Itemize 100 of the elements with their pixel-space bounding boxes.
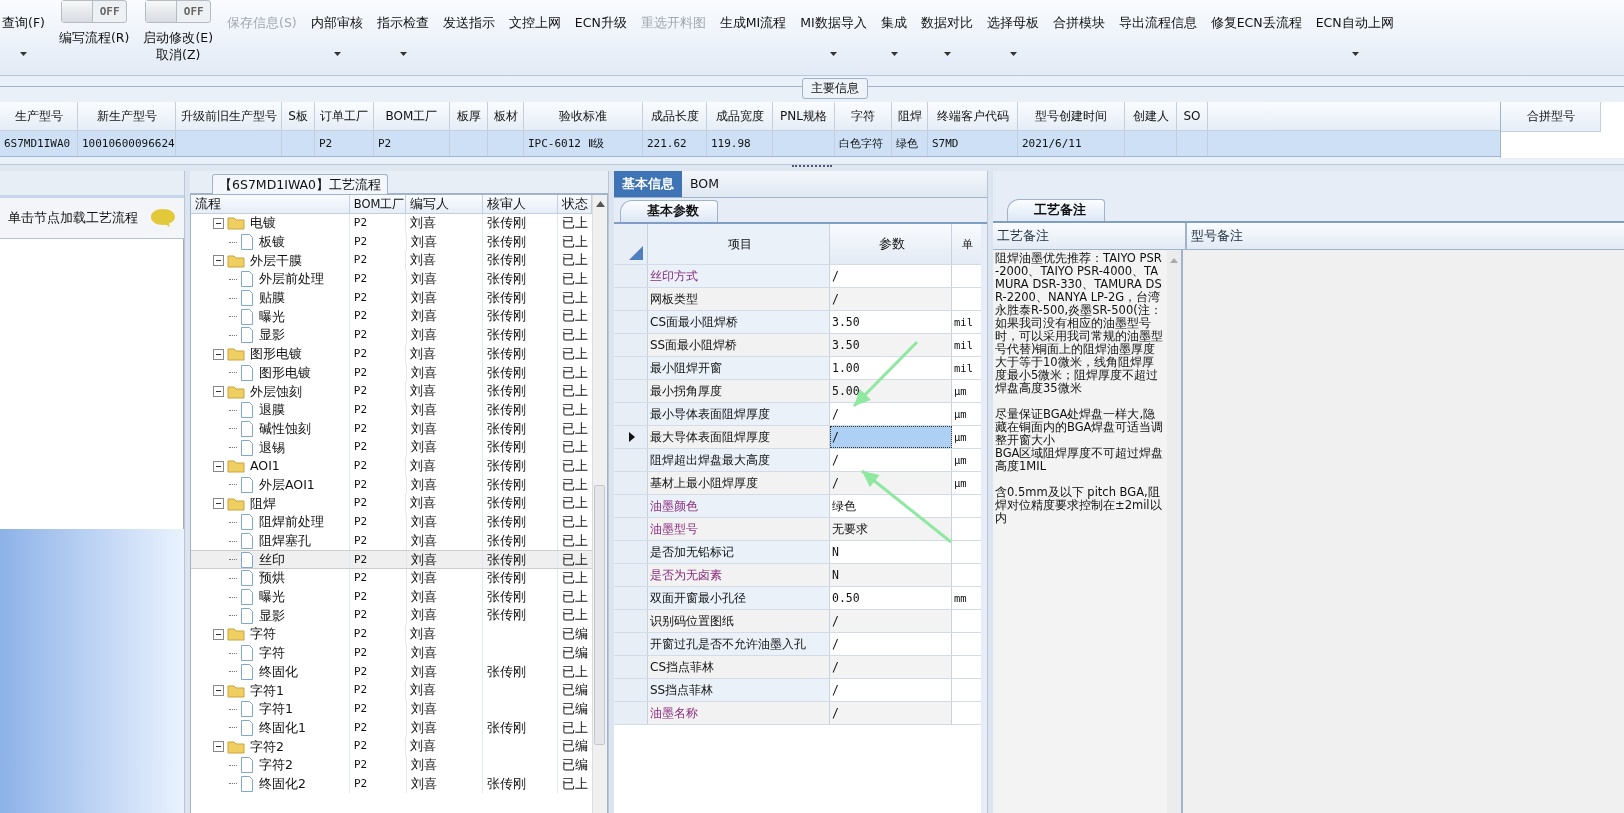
tree-row[interactable]: 丝印 P2 刘喜 张传刚 已上 xyxy=(191,550,592,570)
tree-row[interactable]: 显影 P2 刘喜 张传刚 已上 xyxy=(191,326,592,345)
caret-icon[interactable] xyxy=(399,52,407,56)
tree-row[interactable]: AOI1 P2 刘喜 张传刚 已上 xyxy=(191,456,592,476)
value-field[interactable]: / xyxy=(830,472,952,494)
column-header[interactable]: 阻焊 xyxy=(892,102,928,131)
tree-node-label[interactable]: 阻焊塞孔 xyxy=(257,532,311,551)
scrollbar[interactable] xyxy=(592,195,607,813)
tree-node-label[interactable]: 字符1 xyxy=(248,681,284,700)
toolbar-button[interactable]: MI数据导入 xyxy=(800,14,867,31)
toolbar-button[interactable]: 合拼模块 xyxy=(1052,14,1105,31)
tab[interactable]: 工艺备注 xyxy=(1007,199,1105,221)
tree-row[interactable]: 曝光 P2 刘喜 张传刚 已上 xyxy=(191,307,592,327)
column-header[interactable]: 成品宽度 xyxy=(707,102,773,131)
tab[interactable]: 基本信息 xyxy=(614,171,682,197)
tree-node-label[interactable]: 终固化 xyxy=(257,662,298,681)
tree-node-label[interactable]: 电镀 xyxy=(248,214,276,233)
tree-node-label[interactable]: 字符1 xyxy=(257,700,293,719)
caret-icon[interactable] xyxy=(1351,52,1359,56)
column-header[interactable]: 验收标准 xyxy=(524,102,643,131)
value-field[interactable]: 0.50 xyxy=(830,587,952,609)
tree-row[interactable]: 阻焊前处理 P2 刘喜 张传刚 已上 xyxy=(191,513,592,532)
tree-node-label[interactable]: 退锡 xyxy=(257,438,285,457)
tree-node-label[interactable]: 阻焊前处理 xyxy=(257,513,324,532)
value-field[interactable]: / xyxy=(830,656,952,678)
tree-node-label[interactable]: 退膜 xyxy=(257,401,285,420)
column-header[interactable]: SO xyxy=(1177,102,1208,131)
tree-node-label[interactable]: 字符2 xyxy=(257,756,293,775)
collapse-icon[interactable] xyxy=(213,741,224,753)
toolbar-button[interactable]: 发送指示 xyxy=(442,14,495,31)
tree-node-label[interactable]: 终固化1 xyxy=(257,718,306,737)
tree-node-label[interactable]: AOI1 xyxy=(248,457,280,476)
value-field[interactable]: / xyxy=(830,426,952,448)
collapse-icon[interactable] xyxy=(213,685,224,697)
column-header[interactable]: 核审人 xyxy=(482,195,559,213)
tree-node-label[interactable]: 图形电镀 xyxy=(248,345,302,364)
toggle-switch[interactable]: OFF xyxy=(145,0,212,23)
scrollbar[interactable] xyxy=(1167,250,1181,813)
value-field[interactable]: 无要求 xyxy=(830,518,952,540)
tree-row[interactable]: 电镀 P2 刘喜 张传刚 已上 xyxy=(191,214,592,233)
tree-row[interactable]: 字符2 P2 刘喜 已编 xyxy=(191,737,592,756)
column-header[interactable]: 板厚 xyxy=(450,102,488,131)
column-header[interactable]: 参数 xyxy=(830,224,952,264)
toolbar-button[interactable]: 取消(Z) xyxy=(156,46,201,63)
column-header[interactable]: PNL规格 xyxy=(773,102,835,131)
tree-node-label[interactable]: 贴膜 xyxy=(257,289,285,308)
value-field[interactable]: / xyxy=(830,633,952,655)
column-header[interactable]: BOM工厂 xyxy=(374,102,450,131)
tree-row[interactable]: 碱性蚀刻 P2 刘喜 张传刚 已上 xyxy=(191,419,592,439)
collapse-icon[interactable] xyxy=(213,217,224,229)
tree-node-label[interactable]: 字符 xyxy=(257,644,285,663)
collapse-icon[interactable] xyxy=(213,460,224,472)
toolbar-button[interactable]: 指示检查 xyxy=(376,14,429,31)
tree-node-label[interactable]: 曝光 xyxy=(257,588,285,607)
toolbar-button[interactable]: 集成 xyxy=(880,14,907,31)
toggle-switch[interactable]: OFF xyxy=(61,0,128,23)
tree-row[interactable]: 外层AOI1 P2 刘喜 张传刚 已上 xyxy=(191,475,592,495)
caret-icon[interactable] xyxy=(20,52,28,56)
tree-row[interactable]: 显影 P2 刘喜 张传刚 已上 xyxy=(191,606,592,626)
tree-row[interactable]: 字符1 P2 刘喜 已编 xyxy=(191,681,592,700)
tab[interactable]: BOM xyxy=(682,171,727,197)
tree-node-label[interactable]: 外层前处理 xyxy=(257,270,324,289)
collapse-icon[interactable] xyxy=(213,386,224,398)
value-field[interactable]: 3.50 xyxy=(830,311,952,333)
toolbar-button[interactable]: 内部审核 xyxy=(310,14,363,31)
column-header[interactable]: S板 xyxy=(282,102,315,131)
tree-row[interactable]: 字符2 P2 刘喜 已编 xyxy=(191,755,592,775)
tree-node-label[interactable]: 显影 xyxy=(257,326,285,345)
tree-node-label[interactable]: 预烘 xyxy=(257,569,285,588)
toolbar-button[interactable]: 文控上网 xyxy=(508,14,561,31)
tree-node-label[interactable]: 字符2 xyxy=(248,737,284,756)
value-field[interactable]: / xyxy=(830,679,952,701)
toolbar-button[interactable]: 导出流程信息 xyxy=(1118,14,1197,31)
tree-row[interactable]: 图形电镀 P2 刘喜 张传刚 已上 xyxy=(191,363,592,383)
caret-icon[interactable] xyxy=(943,52,951,56)
tree-node-label[interactable]: 外层AOI1 xyxy=(257,475,315,494)
tree-node-label[interactable]: 丝印 xyxy=(257,551,285,569)
value-field[interactable]: / xyxy=(830,265,952,287)
tree-row[interactable]: 终固化1 P2 刘喜 张传刚 已上 xyxy=(191,718,592,738)
scroll-up-icon[interactable] xyxy=(595,201,605,207)
tree-node-label[interactable]: 图形电镀 xyxy=(257,363,311,382)
column-header[interactable]: BOM工厂 xyxy=(349,195,407,213)
tree-row[interactable]: 终固化 P2 刘喜 张传刚 已上 xyxy=(191,662,592,682)
caret-icon[interactable] xyxy=(1009,52,1017,56)
scroll-thumb[interactable] xyxy=(594,485,605,745)
toolbar-button[interactable]: 修复ECN丢流程 xyxy=(1210,14,1302,31)
value-field[interactable]: 5.00 xyxy=(830,380,952,402)
tree-row[interactable]: 字符1 P2 刘喜 已编 xyxy=(191,699,592,719)
tree-row[interactable]: 外层前处理 P2 刘喜 张传刚 已上 xyxy=(191,270,592,289)
column-header[interactable]: 流程 xyxy=(191,195,350,213)
column-header[interactable]: 升级前旧生产型号 xyxy=(176,102,282,131)
toolbar-button[interactable]: 数据对比 xyxy=(920,14,973,31)
tree-row[interactable]: 贴膜 P2 刘喜 张传刚 已上 xyxy=(191,288,592,308)
column-header[interactable]: 新生产型号 xyxy=(78,102,176,131)
tree-row[interactable]: 字符 P2 刘喜 已编 xyxy=(191,643,592,663)
column-header[interactable]: 型号创建时间 xyxy=(1018,102,1125,131)
tree-row[interactable]: 退膜 P2 刘喜 张传刚 已上 xyxy=(191,400,592,420)
tab[interactable]: 基本参数 xyxy=(620,200,718,222)
tree-node-label[interactable]: 外层干膜 xyxy=(248,251,302,270)
value-field[interactable]: / xyxy=(830,288,952,310)
